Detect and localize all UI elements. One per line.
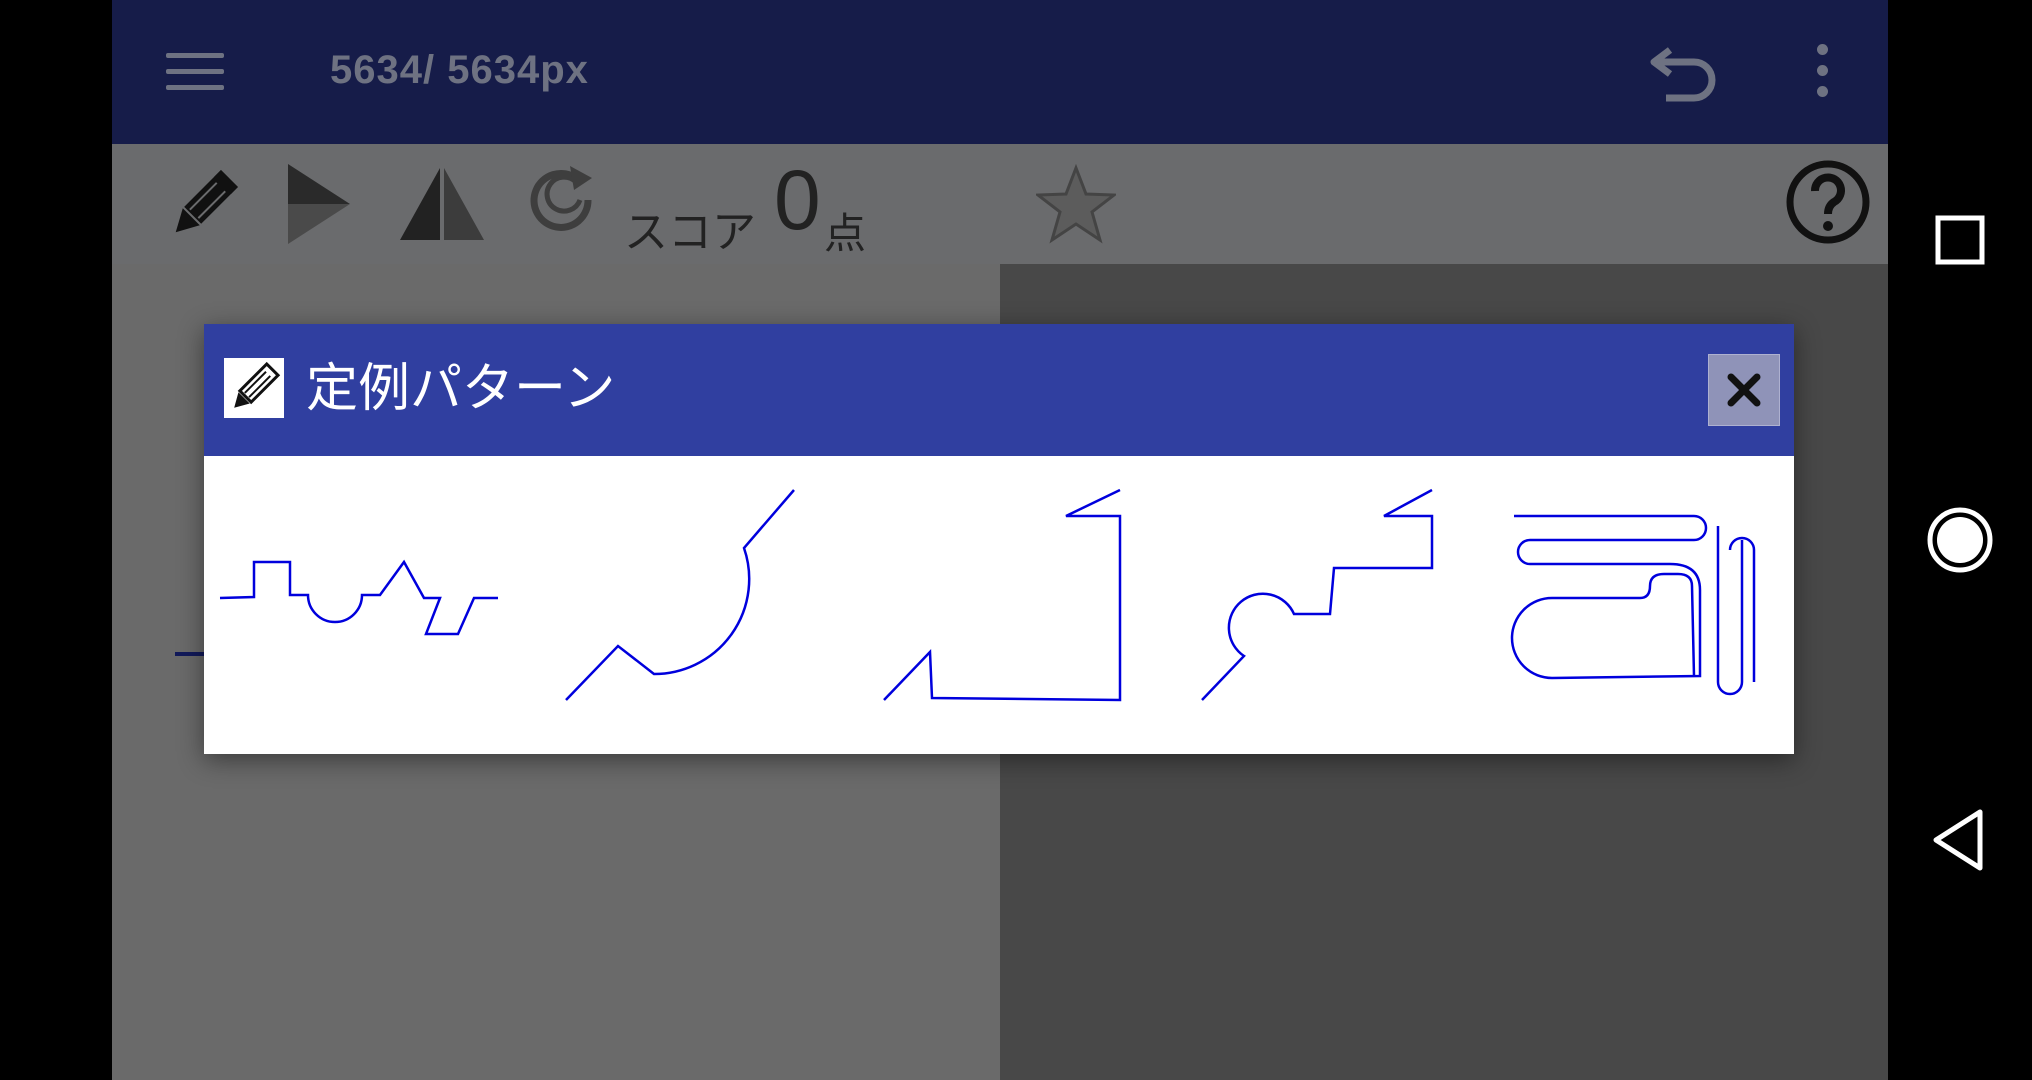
star-icon[interactable]	[1036, 164, 1116, 244]
toolbar: スコア 0 点	[112, 144, 1888, 264]
play-icon[interactable]	[284, 162, 354, 246]
pencil-icon[interactable]	[162, 162, 246, 246]
pattern-option-3[interactable]	[880, 456, 1130, 754]
pattern-dialog: 定例パターン	[204, 324, 1794, 754]
score-value: 0	[774, 153, 821, 247]
dialog-header: 定例パターン	[204, 324, 1794, 456]
pencil-icon	[224, 358, 284, 418]
pattern-option-2[interactable]	[562, 456, 802, 754]
score-label: スコア	[624, 207, 756, 258]
left-bezel	[0, 0, 112, 1080]
undo-icon[interactable]	[1648, 36, 1724, 108]
recents-square-icon[interactable]	[1924, 204, 1996, 276]
back-triangle-icon[interactable]	[1924, 804, 1996, 876]
close-button[interactable]	[1708, 354, 1780, 426]
home-circle-icon[interactable]	[1924, 504, 1996, 576]
dialog-title: 定例パターン	[306, 359, 616, 419]
score-unit: 点	[824, 209, 867, 258]
pattern-option-4[interactable]	[1198, 456, 1448, 754]
system-nav-bar	[1888, 0, 2032, 1080]
pattern-list	[204, 456, 1794, 754]
pattern-option-1[interactable]	[218, 456, 498, 754]
help-icon[interactable]	[1784, 158, 1872, 246]
drawn-stroke	[175, 652, 205, 656]
more-vert-icon[interactable]	[1814, 44, 1830, 100]
close-icon	[1727, 373, 1761, 407]
app-title: 5634/ 5634px	[330, 48, 589, 92]
replay-icon[interactable]	[526, 164, 600, 238]
mirror-icon[interactable]	[398, 166, 486, 242]
pattern-option-5[interactable]	[1504, 456, 1794, 754]
menu-icon[interactable]	[166, 50, 224, 94]
app-bar: 5634/ 5634px	[112, 0, 1888, 144]
